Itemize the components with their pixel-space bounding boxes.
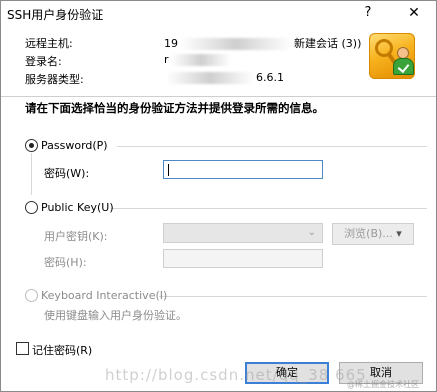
keyboard-interactive-option-label[interactable]: Keyboard Interactive(I) [41,289,167,302]
user-label: 登录名: [25,55,62,68]
watermark-badge: @稀土掘金技术社区 [347,380,419,389]
password-field-label: 密码(W): [44,167,90,180]
dropdown-arrow-icon: ▾ [396,227,402,240]
help-button[interactable]: ? [356,3,380,23]
dialog-title: SSH用户身份验证 [7,8,104,22]
keyboard-interactive-description: 使用键盘输入用户身份验证。 [44,309,187,322]
keyboard-interactive-radio[interactable] [25,289,38,302]
host-label: 远程主机: [25,37,73,50]
public-key-radio[interactable] [25,201,38,214]
server-type-value: 6.6.1 [164,71,284,84]
user-key-select[interactable]: ⌄ [163,223,323,243]
passphrase-label: 密码(H): [44,256,87,269]
remember-password-label[interactable]: 记住密码(R) [32,342,92,358]
watermark-url: http://blog.csdn.net/qq_38 665 [105,366,367,384]
user-value: r [164,53,233,66]
password-input[interactable] [163,160,323,179]
banner-divider [1,96,436,97]
server-type-label: 服务器类型: [25,73,84,86]
browse-button[interactable]: 浏览(B)... ▾ [332,223,414,245]
password-radio[interactable] [25,139,38,152]
public-key-option-label[interactable]: Public Key(U) [41,201,114,214]
passphrase-input[interactable] [163,249,323,268]
key-user-icon [369,33,415,79]
instruction-text: 请在下面选择恰当的身份验证方法并提供登录所需的信息。 [25,101,324,115]
close-button[interactable]: ✕ [402,3,426,23]
remember-password-checkbox[interactable] [16,342,29,355]
host-value: 19 新建会话 (3)) [164,37,362,50]
password-option-label[interactable]: Password(P) [41,139,108,152]
chevron-down-icon: ⌄ [307,227,316,238]
ssh-auth-dialog: SSH用户身份验证 ? ✕ 远程主机: 19 新建会话 (3)) 登录名: r 服… [0,0,437,392]
user-key-label: 用户密钥(K): [44,230,108,243]
